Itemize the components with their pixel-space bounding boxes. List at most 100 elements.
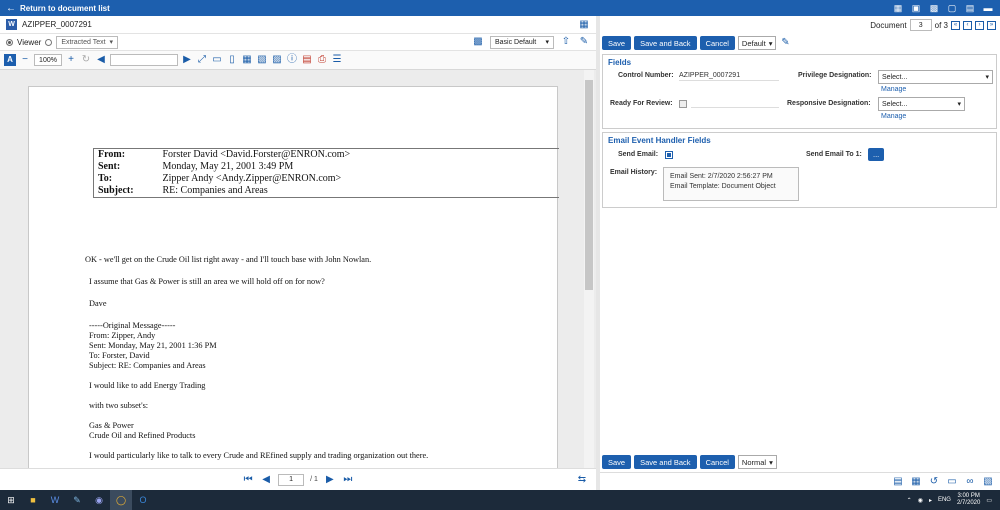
upload-icon[interactable]: ⇧ [560, 36, 572, 48]
grid-view-icon[interactable]: ▩ [472, 36, 484, 48]
related-icon[interactable]: ▦ [910, 476, 922, 488]
previous-document-icon[interactable]: ‹ [963, 20, 972, 30]
responsive-designation-dropdown[interactable]: Select... ▾ [878, 97, 965, 111]
clock[interactable]: 3:00 PM 2/7/2020 [957, 493, 980, 507]
file-explorer-icon[interactable]: ■ [22, 490, 44, 510]
to-value: Zipper Andy <Andy.Zipper@ENRON.com> [162, 173, 342, 184]
word-app-icon[interactable]: W [44, 490, 66, 510]
cancel-button[interactable]: Cancel [699, 36, 735, 50]
image-icon[interactable]: ▦ [241, 54, 253, 66]
window-icon[interactable]: ▢ [946, 2, 958, 14]
print-icon[interactable]: ⎙ [316, 54, 328, 66]
pencil-icon[interactable]: ✎ [779, 37, 791, 49]
edit-layout-icon[interactable]: ✎ [578, 36, 590, 48]
viewer-radio[interactable] [6, 38, 13, 46]
language-indicator[interactable]: ENG [938, 497, 951, 503]
responsive-manage-link[interactable]: Manage [881, 113, 906, 120]
sync-icon[interactable]: ⇆ [576, 474, 588, 486]
outlook-app-icon[interactable]: O [132, 490, 154, 510]
save-button[interactable]: Save [602, 455, 632, 469]
document-number-input[interactable]: 3 [909, 19, 932, 31]
email-history-textarea[interactable]: Email Sent: 2/7/2020 2:56:27 PM Email Te… [663, 167, 799, 201]
ready-for-review-checkbox[interactable] [679, 100, 687, 108]
notepad-app-icon[interactable]: ✎ [66, 490, 88, 510]
image-compare-icon[interactable]: ▨ [271, 54, 283, 66]
image-redact-icon[interactable]: ▧ [256, 54, 268, 66]
volume-icon[interactable]: ▸ [929, 497, 932, 504]
email-event-title: Email Event Handler Fields [608, 136, 711, 145]
zoom-in-icon[interactable]: + [65, 54, 77, 66]
last-document-icon[interactable]: » [987, 20, 996, 30]
teams-app-icon[interactable]: ◉ [88, 490, 110, 510]
privilege-designation-dropdown[interactable]: Select... ▾ [878, 70, 993, 84]
minimize-panel-icon[interactable]: ▬ [982, 2, 994, 14]
layout-dropdown[interactable]: Basic Default ▾ [490, 35, 554, 49]
extracted-text-dropdown[interactable]: Extracted Text ▾ [56, 35, 119, 49]
building-icon[interactable]: ▣ [910, 2, 922, 14]
viewer-mode-row: Viewer Extracted Text ▾ ▩ Basic Default ▾ … [0, 34, 596, 51]
previous-page-icon[interactable]: ◀ [260, 474, 272, 486]
first-document-icon[interactable]: « [951, 20, 960, 30]
chevron-down-icon: ▾ [985, 74, 989, 81]
chevron-up-icon[interactable]: ⌃ [907, 497, 912, 504]
notifications-icon[interactable]: ▭ [986, 497, 992, 504]
grid-icon[interactable]: ▩ [928, 2, 940, 14]
fit-width-icon[interactable]: ▭ [211, 54, 223, 66]
info-icon[interactable]: ⓘ [286, 54, 298, 66]
view-mode-dropdown[interactable]: Normal ▾ [737, 455, 777, 469]
next-hit-icon[interactable]: ▶ [181, 54, 193, 66]
notes-icon[interactable]: ▭ [946, 476, 958, 488]
zoom-out-icon[interactable]: − [19, 54, 31, 66]
body-line: Crude Oil and Refined Products [89, 431, 196, 440]
history-icon[interactable]: ↺ [928, 476, 940, 488]
network-icon[interactable]: ◉ [918, 497, 923, 504]
previous-hit-icon[interactable]: ◀ [95, 54, 107, 66]
return-to-document-list-link[interactable]: ← Return to document list [0, 3, 110, 14]
send-email-to-picker-button[interactable]: ... [868, 148, 885, 161]
next-document-icon[interactable]: › [975, 20, 984, 30]
save-and-back-button[interactable]: Save and Back [634, 36, 697, 50]
panel-icon[interactable]: ▤ [964, 2, 976, 14]
body-line: I would like to add Energy Trading [89, 381, 206, 390]
rotate-icon[interactable]: ↻ [80, 54, 92, 66]
first-page-icon[interactable]: ⏮ [242, 474, 254, 486]
send-email-checkbox[interactable] [665, 151, 673, 159]
copy-icon[interactable]: ▤ [892, 476, 904, 488]
save-button[interactable]: Save [602, 36, 632, 50]
layout-icon[interactable]: ▦ [892, 2, 904, 14]
control-number-label: Control Number: [618, 72, 674, 79]
zoom-level[interactable]: 100% [34, 54, 62, 66]
save-and-back-button[interactable]: Save and Back [634, 455, 697, 469]
last-page-icon[interactable]: ⏭ [342, 474, 354, 486]
ready-underline [691, 102, 779, 108]
coding-layout-dropdown[interactable]: Default ▾ [737, 36, 777, 50]
document-name-row: W AZIPPER_0007291 ▦ [0, 16, 596, 34]
privilege-manage-link[interactable]: Manage [881, 86, 906, 93]
next-page-icon[interactable]: ▶ [324, 474, 336, 486]
system-tray: ⌃ ◉ ▸ ENG 3:00 PM 2/7/2020 ▭ [907, 493, 1000, 507]
top-bar: ← Return to document list ▦ ▣ ▩ ▢ ▤ ▬ [0, 0, 1000, 16]
viewer-right-tools: ▩ Basic Default ▾ ⇧ ✎ [472, 35, 590, 49]
pdf-icon[interactable]: ▤ [301, 54, 313, 66]
document-canvas[interactable]: From: Forster David <David.Forster@ENRON.… [0, 70, 596, 468]
viewer-scrollbar[interactable] [584, 70, 594, 468]
subject-value: RE: Companies and Areas [158, 185, 559, 198]
windows-start-icon[interactable]: ⊞ [0, 490, 22, 510]
email-history-label: Email History: [610, 169, 658, 176]
return-label: Return to document list [20, 3, 110, 13]
cancel-button[interactable]: Cancel [699, 455, 735, 469]
extracted-text-radio[interactable] [45, 38, 53, 46]
search-doc-icon[interactable]: ▧ [982, 476, 994, 488]
layers-icon[interactable]: ☰ [331, 54, 343, 66]
fit-icon[interactable]: ⤢ [196, 54, 208, 66]
email-header-table: From: Forster David <David.Forster@ENRON.… [93, 148, 559, 198]
persistent-highlight-icon[interactable]: ▦ [578, 19, 590, 31]
search-hit-input[interactable] [110, 54, 178, 66]
text-a-icon[interactable]: A [4, 54, 16, 66]
send-email-to-label: Send Email To 1: [806, 151, 862, 158]
scroll-thumb[interactable] [585, 80, 593, 290]
fit-page-icon[interactable]: ▯ [226, 54, 238, 66]
link-icon[interactable]: ∞ [964, 476, 976, 488]
chrome-app-icon[interactable]: ◯ [110, 490, 132, 510]
page-number-input[interactable]: 1 [278, 473, 305, 486]
